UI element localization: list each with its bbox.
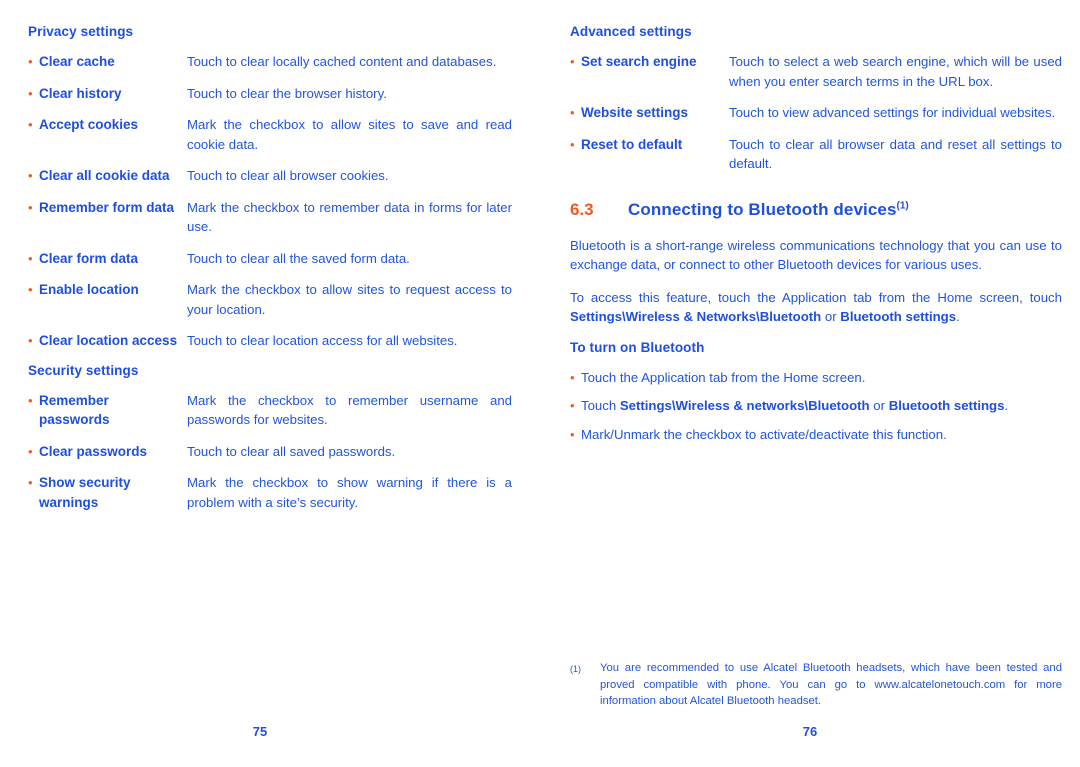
- footnote: (1) You are recommended to use Alcatel B…: [570, 660, 1062, 710]
- definition-description: Mark the checkbox to remember username a…: [187, 392, 512, 428]
- bullet-icon: •: [570, 136, 575, 152]
- definition-term: Remember passwords: [39, 392, 110, 428]
- bullet-icon: •: [28, 282, 33, 298]
- page-left: Privacy settings • Clear cache Touch to …: [0, 0, 540, 767]
- definition-term: Clear passwords: [39, 443, 148, 459]
- bullet-icon: •: [28, 199, 33, 215]
- privacy-settings-heading: Privacy settings: [28, 24, 134, 39]
- step-text-part-1: Touch: [581, 398, 620, 414]
- right-column-body: Advanced settings • Set search engine To…: [570, 24, 1062, 453]
- definition-description: Touch to clear all the saved form data.: [187, 250, 410, 266]
- step-text: Mark/Unmark the checkbox to activate/dea…: [581, 426, 947, 442]
- bullet-icon: •: [28, 85, 33, 101]
- definition-term: Show security warnings: [39, 475, 131, 510]
- footnote-marker: (1): [570, 664, 581, 674]
- turn-on-bluetooth-heading: To turn on Bluetooth: [570, 339, 705, 355]
- definition-row: • Accept cookies Mark the checkbox to al…: [28, 115, 512, 154]
- section-number: 6.3: [570, 199, 594, 219]
- definition-description: Mark the checkbox to show warning if the…: [187, 475, 512, 510]
- bullet-icon: •: [570, 369, 575, 385]
- left-column-body: Privacy settings • Clear cache Touch to …: [28, 24, 512, 524]
- bullet-icon: •: [28, 54, 33, 70]
- bullet-icon: •: [28, 333, 33, 349]
- definition-term: Reset to default: [581, 136, 683, 152]
- list-item: • Touch Settings\Wireless & networks\Blu…: [570, 396, 1062, 416]
- step-path-bold-2: Bluetooth settings: [888, 398, 1005, 414]
- definition-row: • Clear history Touch to clear the brows…: [28, 84, 512, 104]
- definition-description: Touch to clear the browser history.: [187, 85, 387, 101]
- page-number-left: 75: [252, 724, 268, 739]
- definition-row: • Set search engine Touch to select a we…: [570, 52, 1062, 91]
- definition-description: Mark the checkbox to allow sites to requ…: [187, 282, 512, 317]
- definition-row: • Show security warnings Mark the checkb…: [28, 473, 512, 512]
- definition-term: Clear location access: [39, 333, 178, 349]
- bullet-icon: •: [570, 398, 575, 414]
- definition-term: Clear history: [39, 85, 122, 101]
- definition-row: • Clear location access Touch to clear l…: [28, 331, 512, 351]
- definition-description: Mark the checkbox to allow sites to save…: [187, 117, 512, 152]
- definition-description: Touch to clear locally cached content an…: [187, 54, 497, 70]
- definition-row: • Remember passwords Mark the checkbox t…: [28, 391, 512, 430]
- advanced-settings-heading: Advanced settings: [570, 24, 692, 39]
- definition-description: Mark the checkbox to remember data in fo…: [187, 199, 512, 235]
- bullet-icon: •: [28, 475, 33, 491]
- access-text-part-2: or: [821, 309, 841, 325]
- definition-row: • Clear cache Touch to clear locally cac…: [28, 52, 512, 72]
- list-item: • Mark/Unmark the checkbox to activate/d…: [570, 425, 1062, 445]
- section-heading: 6.3 Connecting to Bluetooth devices(1): [570, 200, 1062, 220]
- definition-row: • Remember form data Mark the checkbox t…: [28, 198, 512, 237]
- definition-term: Clear cache: [39, 54, 115, 70]
- step-text: Touch the Application tab from the Home …: [581, 369, 866, 385]
- bullet-icon: •: [570, 105, 575, 121]
- definition-description: Touch to clear all saved passwords.: [187, 443, 396, 459]
- access-path-bold-1: Settings\Wireless & Networks\Bluetooth: [570, 309, 822, 325]
- bullet-icon: •: [28, 117, 33, 133]
- definition-row: • Clear passwords Touch to clear all sav…: [28, 442, 512, 462]
- page-right: Advanced settings • Set search engine To…: [540, 0, 1080, 767]
- step-path-bold-1: Settings\Wireless & networks\Bluetooth: [619, 398, 870, 414]
- definition-term: Clear form data: [39, 250, 139, 266]
- bullet-icon: •: [28, 250, 33, 266]
- definition-row: • Reset to default Touch to clear all br…: [570, 135, 1062, 174]
- bluetooth-access-paragraph: To access this feature, touch the Applic…: [570, 288, 1062, 327]
- access-path-bold-2: Bluetooth settings: [840, 309, 957, 325]
- step-text-part-3: .: [1004, 398, 1009, 414]
- section-footnote-marker: (1): [896, 200, 909, 212]
- definition-description: Touch to clear location access for all w…: [187, 333, 458, 349]
- definition-term: Website settings: [581, 105, 689, 121]
- definition-term: Accept cookies: [39, 117, 139, 133]
- bullet-icon: •: [28, 168, 33, 184]
- definition-row: • Clear all cookie data Touch to clear a…: [28, 166, 512, 186]
- access-text-part-1: To access this feature, touch the Applic…: [570, 289, 1062, 305]
- definition-description: Touch to view advanced settings for indi…: [729, 105, 1056, 121]
- definition-row: • Clear form data Touch to clear all the…: [28, 249, 512, 269]
- list-item: • Touch the Application tab from the Hom…: [570, 368, 1062, 388]
- bullet-icon: •: [28, 392, 33, 408]
- turn-on-bluetooth-steps: • Touch the Application tab from the Hom…: [570, 368, 1062, 445]
- definition-term: Remember form data: [39, 199, 175, 215]
- definition-term: Enable location: [39, 282, 139, 298]
- bluetooth-intro-paragraph: Bluetooth is a short-range wireless comm…: [570, 237, 1062, 273]
- access-text-part-3: .: [956, 309, 960, 325]
- step-text: Touch Settings\Wireless & networks\Bluet…: [581, 396, 1062, 416]
- security-settings-heading: Security settings: [28, 362, 139, 378]
- definition-description: Touch to clear all browser data and rese…: [729, 136, 1062, 172]
- definition-description: Touch to clear all browser cookies.: [187, 168, 389, 184]
- bullet-icon: •: [570, 54, 575, 70]
- definition-term: Set search engine: [581, 54, 697, 70]
- page-number-right: 76: [802, 724, 818, 739]
- bullet-icon: •: [28, 443, 33, 459]
- step-text-part-2: or: [869, 398, 889, 414]
- definition-row: • Website settings Touch to view advance…: [570, 103, 1062, 123]
- definition-term: Clear all cookie data: [39, 168, 170, 184]
- definition-description: Touch to select a web search engine, whi…: [729, 54, 1062, 89]
- section-title: Connecting to Bluetooth devices: [628, 199, 897, 219]
- bullet-icon: •: [570, 426, 575, 442]
- section-title-wrap: Connecting to Bluetooth devices(1): [628, 200, 909, 220]
- footnote-text: You are recommended to use Alcatel Bluet…: [600, 662, 1062, 707]
- definition-row: • Enable location Mark the checkbox to a…: [28, 280, 512, 319]
